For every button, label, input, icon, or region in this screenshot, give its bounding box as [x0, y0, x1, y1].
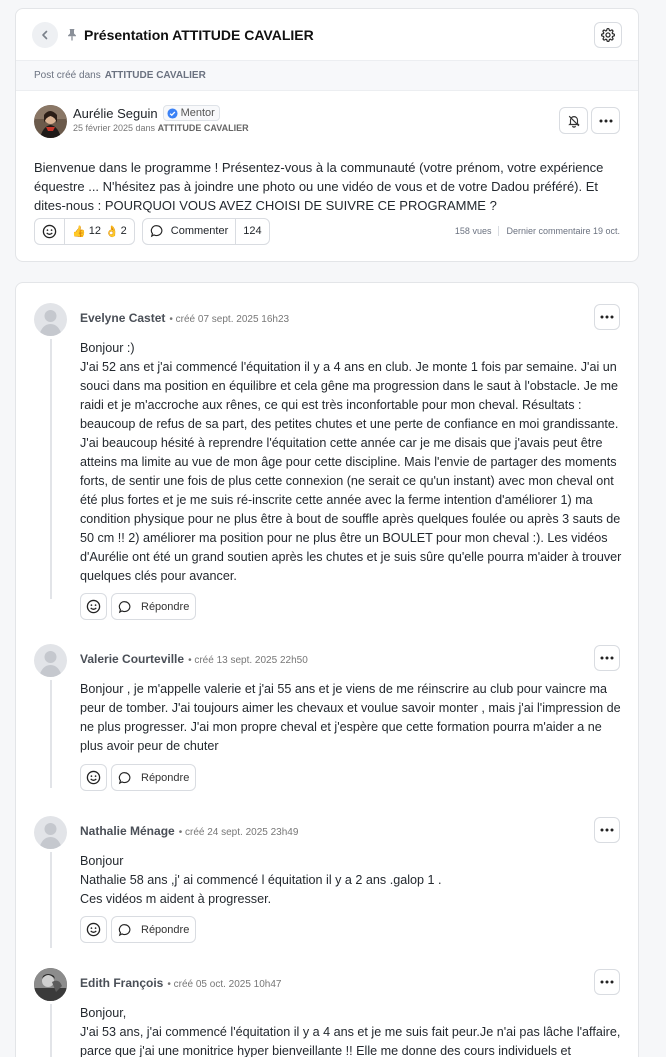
reaction-count: 2 — [120, 225, 127, 237]
comment-more-button[interactable] — [594, 645, 620, 671]
comment-date: • créé 24 sept. 2025 23h49 — [178, 827, 299, 838]
author-name[interactable]: Aurélie Seguin — [73, 106, 158, 121]
post-space-link[interactable]: ATTITUDE CAVALIER — [158, 123, 249, 133]
more-horizontal-icon — [600, 828, 614, 832]
smiley-icon — [86, 922, 101, 937]
comment-header: Nathalie Ménage • créé 24 sept. 2025 23h… — [80, 824, 298, 838]
comment-author[interactable]: Evelyne Castet — [80, 311, 165, 325]
post-stats: 158 vues Dernier commentaire 19 oct. — [455, 226, 620, 236]
thread-line — [50, 339, 52, 599]
comment-date: • créé 05 oct. 2025 10h47 — [167, 979, 282, 990]
mute-notifications-button[interactable] — [559, 107, 588, 134]
chevron-left-icon — [42, 30, 48, 39]
avatar[interactable] — [34, 105, 67, 138]
post-more-button[interactable] — [591, 107, 620, 134]
post-meta: 25 février 2025 dans ATTITUDE CAVALIER — [73, 123, 249, 133]
smiley-icon — [42, 224, 57, 238]
more-horizontal-icon — [600, 980, 614, 984]
page-title: Présentation ATTITUDE CAVALIER — [84, 26, 314, 43]
bell-off-icon — [567, 115, 580, 128]
comment-author[interactable]: Nathalie Ménage — [80, 824, 175, 838]
more-horizontal-icon — [600, 315, 614, 319]
reply-label: Répondre — [141, 923, 190, 936]
post-date: 25 février 2025 dans — [73, 123, 156, 133]
comment-author[interactable]: Edith François — [80, 976, 163, 990]
thread-line — [50, 680, 52, 788]
comment-actions: Répondre — [80, 764, 197, 791]
comment-more-button[interactable] — [594, 304, 620, 330]
comment-actions: Répondre — [80, 916, 197, 943]
mentor-badge: Mentor — [162, 105, 220, 121]
thread-line — [50, 1004, 52, 1057]
post-body: Bienvenue dans le programme ! Présentez-… — [34, 160, 604, 213]
ok-hand-icon: 👌 — [104, 225, 119, 238]
comment-count: 124 — [235, 218, 268, 244]
add-reaction-button[interactable] — [35, 219, 64, 244]
reply-label: Répondre — [141, 600, 190, 613]
more-horizontal-icon — [599, 119, 612, 122]
back-button[interactable] — [32, 21, 58, 48]
more-horizontal-icon — [600, 656, 614, 660]
reply-button[interactable]: Répondre — [111, 593, 197, 620]
comment-more-button[interactable] — [594, 817, 620, 843]
reply-button[interactable]: Répondre — [111, 764, 197, 791]
add-reaction-button[interactable] — [80, 916, 107, 943]
breadcrumb: Post créé dans ATTITUDE CAVALIER — [16, 61, 638, 91]
reply-button[interactable]: Répondre — [111, 916, 197, 943]
pin-icon — [66, 28, 80, 41]
comment-bubble-icon — [150, 225, 163, 238]
comment-bubble-icon — [118, 600, 131, 613]
reaction-counts[interactable]: 👍 12 👌 2 — [64, 218, 134, 244]
breadcrumb-space-link[interactable]: ATTITUDE CAVALIER — [105, 70, 206, 81]
comment-header: Edith François • créé 05 oct. 2025 10h47 — [80, 976, 281, 990]
comment-bubble-icon — [118, 923, 131, 936]
thread-line — [50, 852, 52, 948]
avatar[interactable] — [34, 968, 67, 1001]
comment-bubble-icon — [118, 771, 131, 784]
comment-more-button[interactable] — [594, 969, 620, 995]
comment-body: Bonjour :) J'ai 52 ans et j'ai commencé … — [80, 341, 622, 583]
post-actions: 👍 12 👌 2 Commenter 124 158 vues Dernier … — [34, 217, 620, 245]
avatar[interactable] — [34, 816, 67, 849]
smiley-icon — [86, 599, 101, 614]
post-header: Présentation ATTITUDE CAVALIER — [16, 9, 638, 61]
post-author: Aurélie Seguin Mentor 25 février 2025 da… — [16, 91, 638, 151]
badge-label: Mentor — [180, 107, 215, 119]
comments-card: Evelyne Castet • créé 07 sept. 2025 16h2… — [15, 282, 639, 1057]
comment-header: Valerie Courteville • créé 13 sept. 2025… — [80, 652, 308, 666]
avatar[interactable] — [34, 303, 67, 336]
avatar[interactable] — [34, 644, 67, 677]
comment-author[interactable]: Valerie Courteville — [80, 652, 184, 666]
comment-button[interactable]: Commenter 124 — [141, 217, 270, 245]
gear-icon — [601, 28, 615, 42]
add-reaction-button[interactable] — [80, 593, 107, 620]
settings-button[interactable] — [594, 22, 622, 48]
last-comment: Dernier commentaire 19 oct. — [506, 226, 620, 236]
comment-body: Bonjour , je m'appelle valerie et j'ai 5… — [80, 682, 621, 753]
view-count: 158 vues — [454, 226, 492, 236]
comment-header: Evelyne Castet • créé 07 sept. 2025 16h2… — [80, 311, 289, 325]
comment-body: Bonjour Nathalie 58 ans ,j' ai commencé … — [80, 854, 442, 906]
smiley-icon — [86, 770, 101, 785]
reactions-bar: 👍 12 👌 2 — [34, 217, 135, 245]
comment-actions: Répondre — [80, 593, 197, 620]
reaction-count: 12 — [88, 225, 101, 237]
thumbs-up-icon: 👍 — [72, 225, 86, 238]
breadcrumb-prefix: Post créé dans — [34, 70, 101, 81]
comment-label: Commenter — [170, 225, 229, 237]
reply-label: Répondre — [141, 771, 190, 784]
add-reaction-button[interactable] — [80, 764, 107, 791]
verified-check-icon — [167, 107, 178, 119]
post-card: Présentation ATTITUDE CAVALIER Post créé… — [15, 8, 639, 262]
comment-date: • créé 13 sept. 2025 22h50 — [188, 655, 308, 666]
comment-body: Bonjour, J'ai 53 ans, j'ai commencé l'éq… — [80, 1006, 621, 1057]
comment-date: • créé 07 sept. 2025 16h23 — [169, 314, 290, 325]
